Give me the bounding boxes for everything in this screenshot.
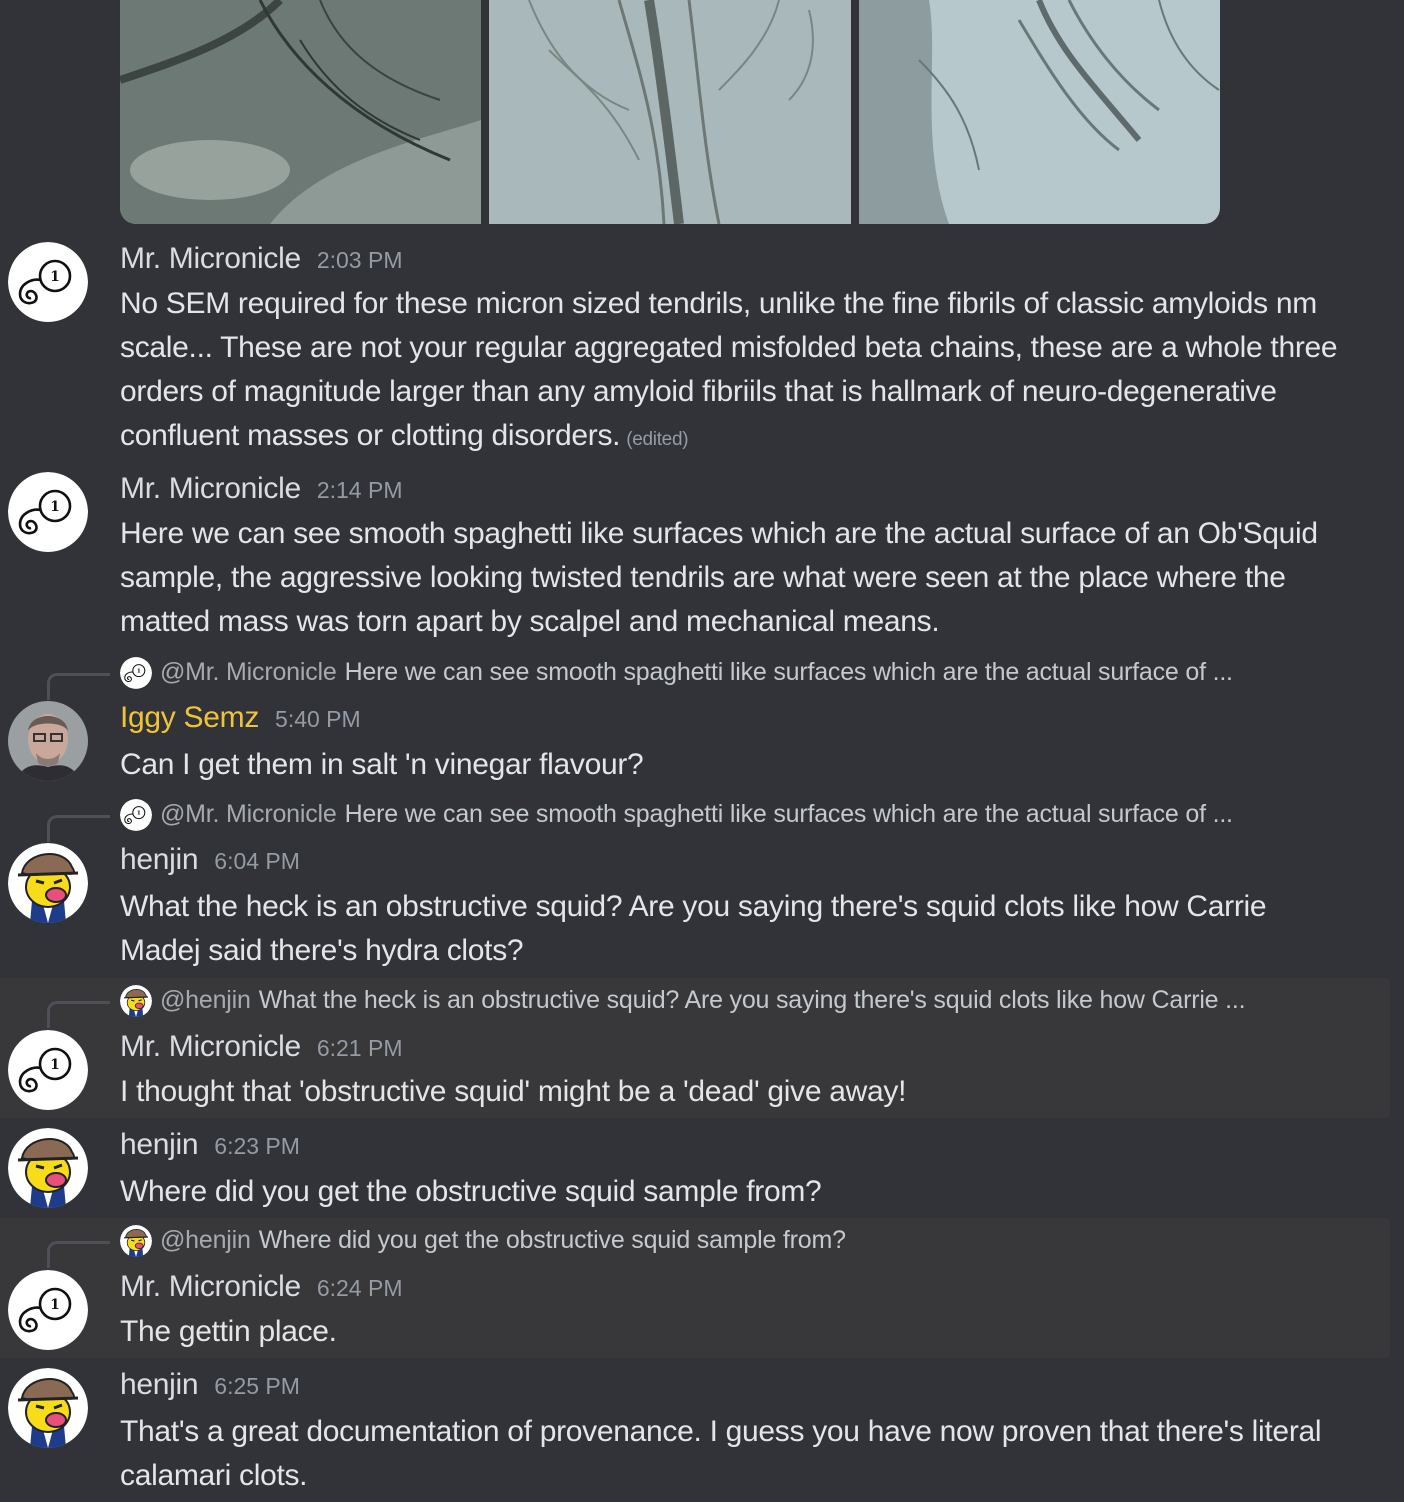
message-author[interactable]: Mr. Micronicle	[120, 1030, 301, 1064]
message-item: henjin 6:23 PM Where did you get the obs…	[0, 1126, 1404, 1216]
reply-author[interactable]: @henjin	[160, 986, 251, 1014]
avatar[interactable]	[8, 701, 88, 781]
message-timestamp: 6:23 PM	[214, 1133, 300, 1159]
message-item: @henjin What the heck is an obstructive s…	[0, 978, 1390, 1118]
message-author[interactable]: henjin	[120, 1368, 199, 1402]
image-attachments	[120, 0, 1220, 224]
edited-label: (edited)	[626, 429, 689, 450]
message-author[interactable]: Mr. Micronicle	[120, 472, 301, 506]
message-author[interactable]: Iggy Semz	[120, 701, 259, 735]
micrograph-image-1[interactable]	[120, 0, 481, 224]
reply-connector	[47, 815, 110, 842]
reply-text[interactable]: Where did you get the obstructive squid …	[259, 1226, 846, 1254]
reply-text[interactable]: Here we can see smooth spaghetti like su…	[345, 658, 1233, 686]
message-author[interactable]: Mr. Micronicle	[120, 1270, 301, 1304]
message-timestamp: 2:03 PM	[316, 247, 403, 273]
message-item: @Mr. Micronicle Here we can see smooth sp…	[0, 797, 1404, 977]
reply-preview[interactable]: @henjin What the heck is an obstructive s…	[0, 983, 1390, 1028]
avatar[interactable]	[8, 472, 88, 552]
message-item: @Mr. Micronicle Here we can see smooth sp…	[0, 655, 1404, 793]
reply-connector	[47, 1001, 110, 1028]
message-author[interactable]: henjin	[120, 1128, 199, 1162]
message-timestamp: 6:25 PM	[214, 1373, 300, 1399]
avatar[interactable]	[8, 1270, 88, 1350]
avatar[interactable]	[8, 843, 88, 923]
message-timestamp: 6:04 PM	[214, 848, 300, 874]
reply-avatar	[120, 657, 152, 689]
reply-text[interactable]: Here we can see smooth spaghetti like su…	[345, 800, 1233, 828]
reply-connector	[47, 1241, 110, 1268]
message-text: Can I get them in salt 'n vinegar flavou…	[120, 748, 644, 781]
message-author[interactable]: Mr. Micronicle	[120, 242, 301, 276]
message-timestamp: 2:14 PM	[316, 477, 403, 503]
message-item: Mr. Micronicle 2:03 PM No SEM required f…	[0, 240, 1404, 470]
message-item: Mr. Micronicle 2:14 PM Here we can see s…	[0, 470, 1404, 655]
reply-author[interactable]: @Mr. Micronicle	[160, 658, 337, 686]
avatar[interactable]	[8, 1368, 88, 1448]
message-text: What the heck is an obstructive squid? A…	[120, 890, 1267, 967]
reply-text[interactable]: What the heck is an obstructive squid? A…	[259, 986, 1246, 1014]
micrograph-image-3[interactable]	[859, 0, 1220, 224]
message-text: Here we can see smooth spaghetti like su…	[120, 517, 1318, 638]
reply-connector	[47, 673, 110, 700]
message-item: @henjin Where did you get the obstructive…	[0, 1218, 1390, 1358]
reply-avatar	[120, 799, 152, 831]
message-author[interactable]: henjin	[120, 843, 199, 877]
reply-preview[interactable]: @Mr. Micronicle Here we can see smooth sp…	[0, 655, 1390, 700]
reply-preview[interactable]: @henjin Where did you get the obstructive…	[0, 1223, 1390, 1268]
message-text: I thought that 'obstructive squid' might…	[120, 1075, 907, 1108]
message-timestamp: 6:21 PM	[316, 1035, 403, 1061]
avatar[interactable]	[8, 1030, 88, 1110]
reply-preview[interactable]: @Mr. Micronicle Here we can see smooth sp…	[0, 797, 1390, 842]
micrograph-image-2[interactable]	[489, 0, 851, 224]
message-timestamp: 5:40 PM	[275, 706, 361, 732]
reply-avatar	[120, 985, 152, 1017]
avatar[interactable]	[8, 1128, 88, 1208]
avatar[interactable]	[8, 242, 88, 322]
message-timestamp: 6:24 PM	[316, 1275, 403, 1301]
message-item: henjin 6:25 PM That's a great documentat…	[0, 1366, 1404, 1502]
reply-avatar	[120, 1225, 152, 1257]
message-text: No SEM required for these micron sized t…	[120, 287, 1338, 452]
message-text: Where did you get the obstructive squid …	[120, 1175, 822, 1208]
reply-author[interactable]: @henjin	[160, 1226, 251, 1254]
message-text: The gettin place.	[120, 1315, 337, 1348]
message-text: That's a great documentation of provenan…	[120, 1415, 1322, 1492]
reply-author[interactable]: @Mr. Micronicle	[160, 800, 337, 828]
